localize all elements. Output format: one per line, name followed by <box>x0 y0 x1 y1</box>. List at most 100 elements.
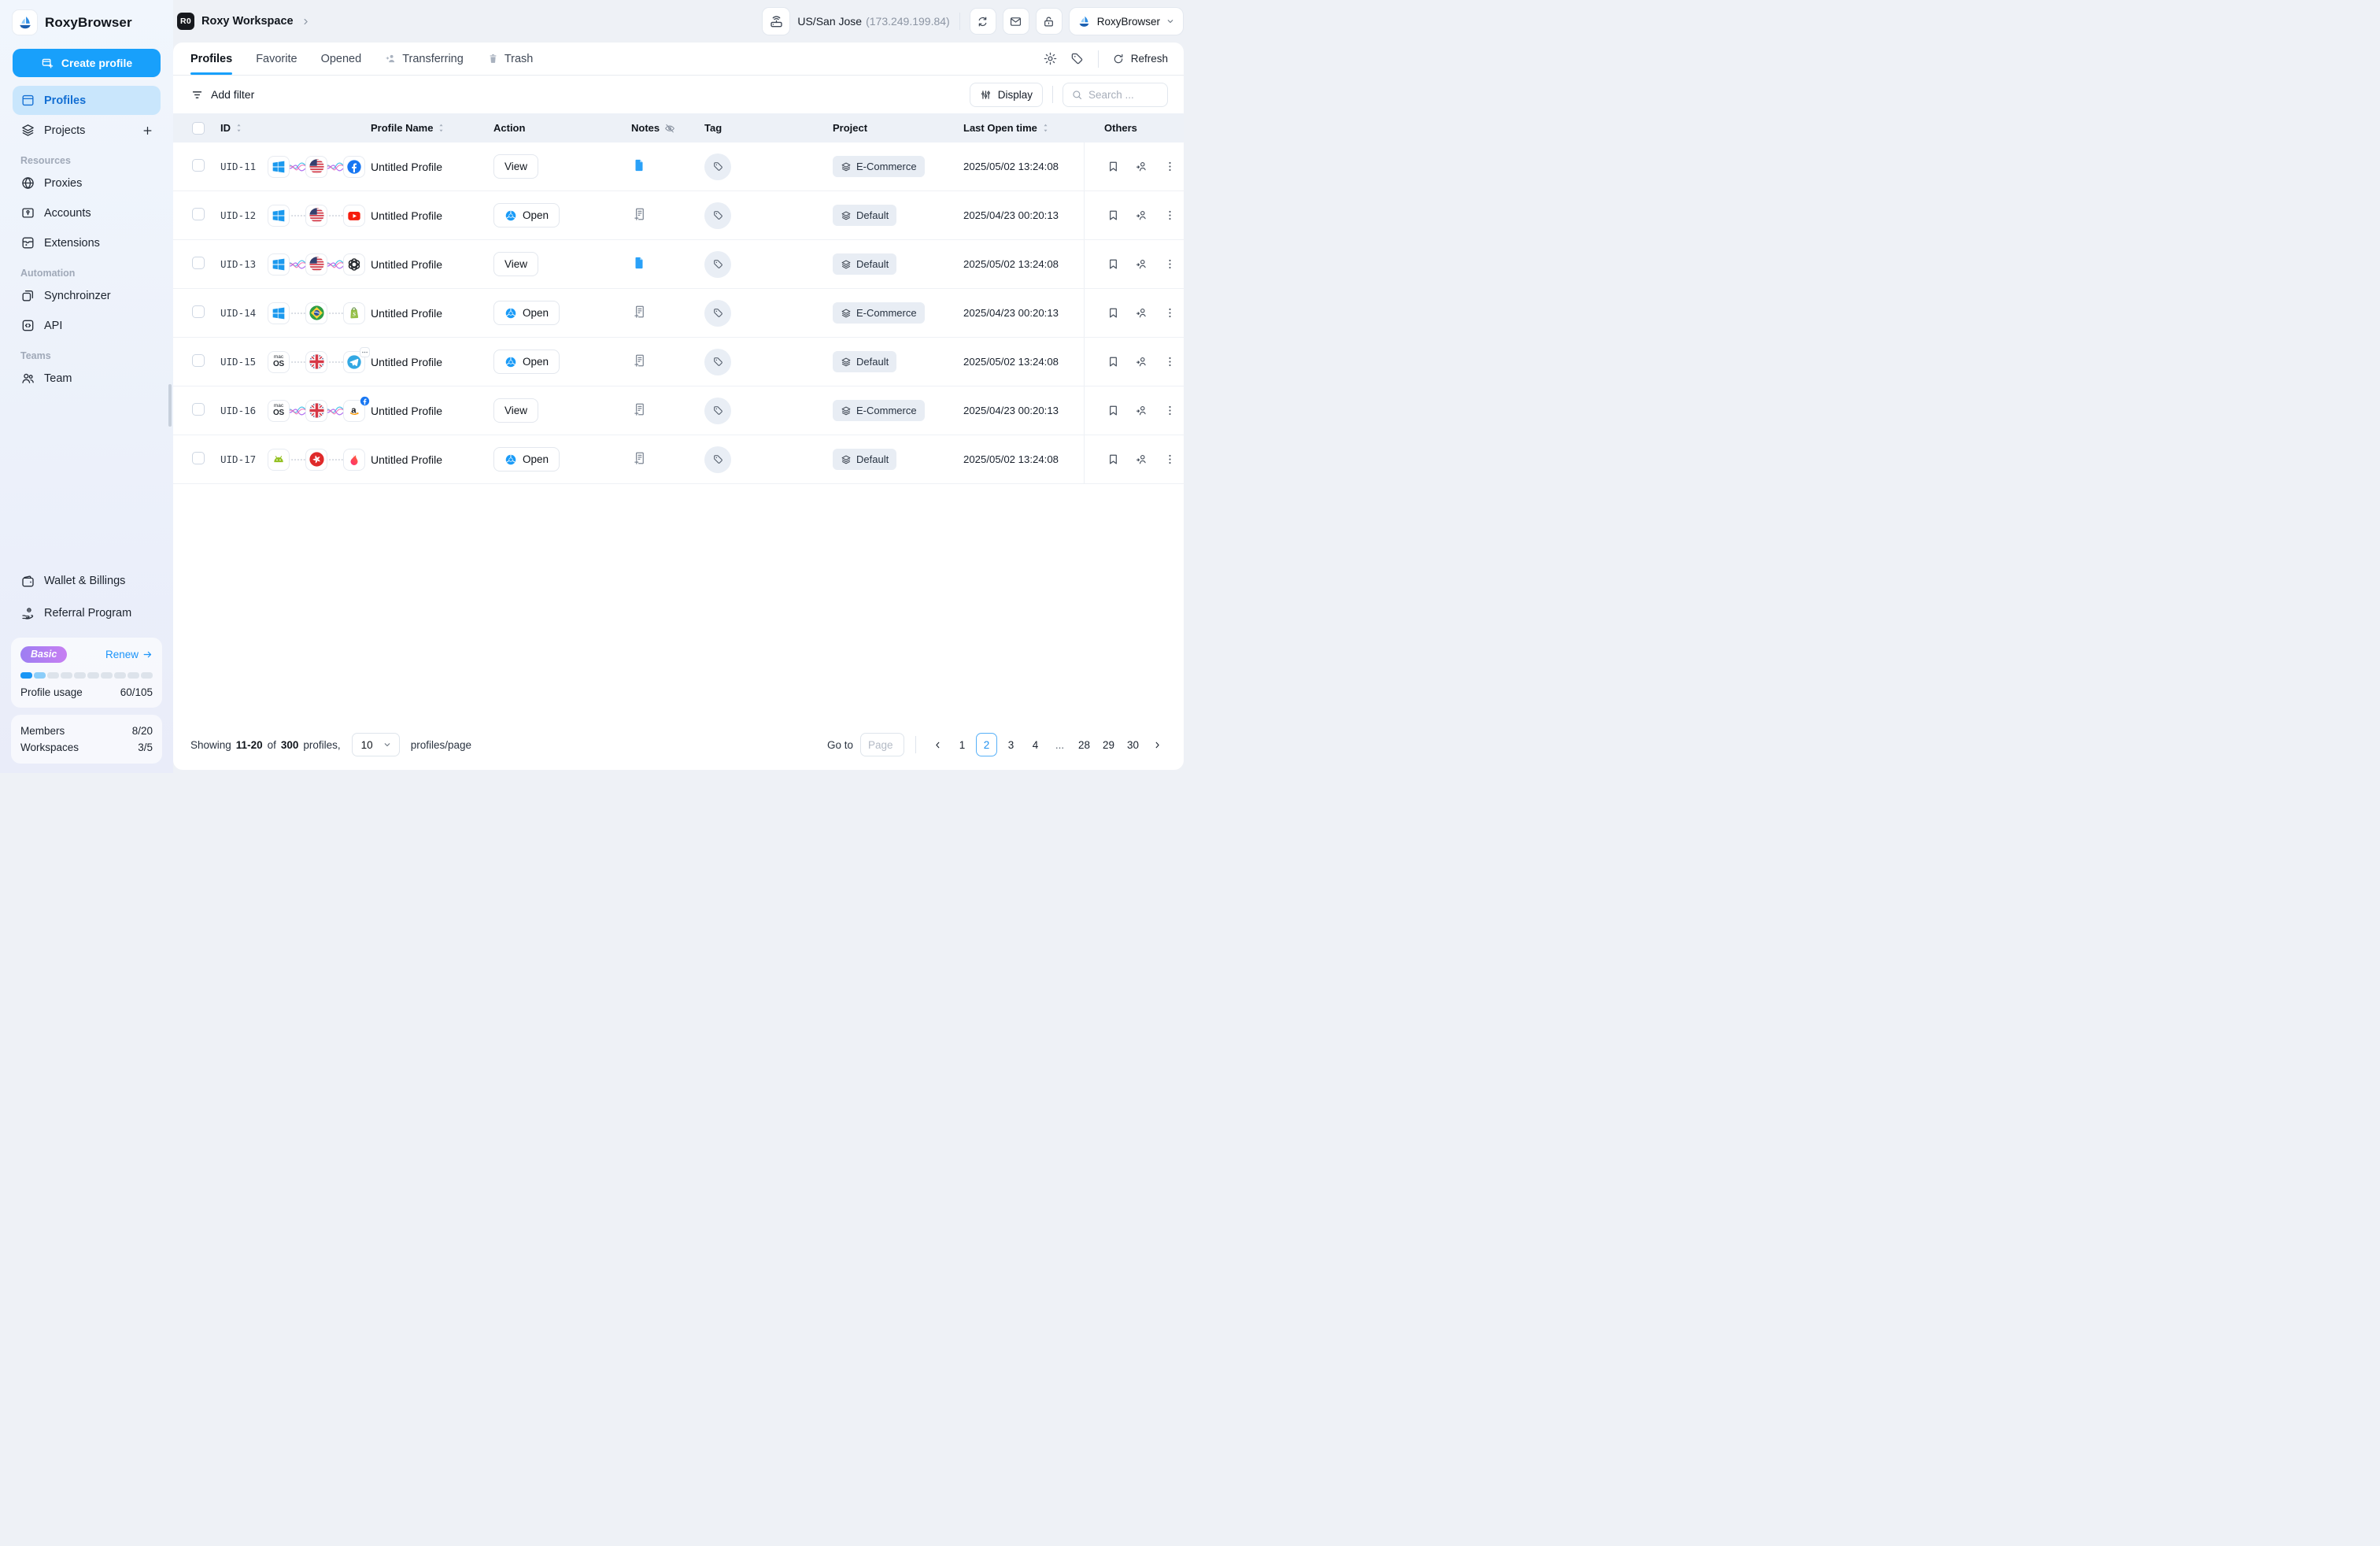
tag-button[interactable] <box>704 300 731 327</box>
column-last-open-time[interactable]: Last Open time <box>960 122 1084 134</box>
row-checkbox[interactable] <box>192 354 205 367</box>
note-add-icon[interactable] <box>631 206 647 222</box>
tag-button[interactable] <box>704 202 731 229</box>
tag-button[interactable] <box>704 349 731 375</box>
sidebar-item-projects[interactable]: Projects <box>13 116 161 145</box>
select-all-checkbox[interactable] <box>192 122 205 135</box>
column-profile-name[interactable]: Profile Name <box>366 122 492 134</box>
share-profile-button[interactable] <box>1133 449 1149 470</box>
sidebar-item-api[interactable]: API <box>13 311 161 340</box>
bookmark-button[interactable] <box>1105 449 1121 470</box>
mail-button[interactable] <box>1003 8 1029 35</box>
share-profile-button[interactable] <box>1133 303 1149 324</box>
open-button[interactable]: Open <box>493 203 560 227</box>
next-page-button[interactable] <box>1147 733 1168 756</box>
display-button[interactable]: Display <box>970 83 1043 107</box>
row-checkbox[interactable] <box>192 257 205 269</box>
refresh-button[interactable]: Refresh <box>1112 53 1168 65</box>
bookmark-button[interactable] <box>1105 157 1121 177</box>
page-4[interactable]: 4 <box>1025 733 1046 756</box>
sidebar-item-synchroinzer[interactable]: Synchroinzer <box>13 281 161 310</box>
view-button[interactable]: View <box>493 154 538 179</box>
more-actions-button[interactable] <box>1162 449 1177 470</box>
project-chip[interactable]: Default <box>833 449 896 470</box>
renew-link[interactable]: Renew <box>105 649 153 660</box>
row-checkbox[interactable] <box>192 403 205 416</box>
tab-transferring[interactable]: Transferring <box>385 43 464 75</box>
tag-button[interactable] <box>704 398 731 424</box>
note-add-icon[interactable] <box>631 401 647 417</box>
sidebar-item-profiles[interactable]: Profiles <box>13 86 161 115</box>
more-actions-button[interactable] <box>1162 401 1177 421</box>
more-actions-button[interactable] <box>1162 157 1177 177</box>
page-28[interactable]: 28 <box>1074 733 1095 756</box>
note-filled-icon[interactable] <box>631 157 647 173</box>
row-checkbox[interactable] <box>192 159 205 172</box>
search-input[interactable] <box>1088 89 1159 101</box>
share-profile-button[interactable] <box>1133 205 1149 226</box>
open-button[interactable]: Open <box>493 447 560 472</box>
bookmark-button[interactable] <box>1105 205 1121 226</box>
sidebar-item-team[interactable]: Team <box>13 364 161 393</box>
share-profile-button[interactable] <box>1133 157 1149 177</box>
row-checkbox[interactable] <box>192 208 205 220</box>
account-menu[interactable]: RoxyBrowser <box>1069 7 1184 35</box>
project-chip[interactable]: Default <box>833 205 896 226</box>
sidebar-item-referral[interactable]: Referral Program <box>13 597 161 629</box>
sidebar-scrollbar[interactable] <box>168 384 172 427</box>
more-actions-button[interactable] <box>1162 205 1177 226</box>
more-actions-button[interactable] <box>1162 303 1177 324</box>
share-profile-button[interactable] <box>1133 254 1149 275</box>
bookmark-button[interactable] <box>1105 352 1121 372</box>
more-actions-button[interactable] <box>1162 254 1177 275</box>
note-add-icon[interactable] <box>631 450 647 466</box>
sidebar-item-accounts[interactable]: Accounts <box>13 198 161 227</box>
add-filter-button[interactable]: Add filter <box>190 88 254 102</box>
proxy-status-button[interactable] <box>762 7 790 35</box>
sidebar-item-wallet[interactable]: Wallet & Billings <box>13 565 161 597</box>
tag-icon[interactable] <box>1070 51 1085 66</box>
bookmark-button[interactable] <box>1105 254 1121 275</box>
sidebar-item-proxies[interactable]: Proxies <box>13 168 161 198</box>
column-id[interactable]: ID <box>213 122 366 134</box>
column-notes[interactable]: Notes <box>622 122 697 135</box>
page-size-select[interactable]: 10 <box>352 733 400 756</box>
project-chip[interactable]: E-Commerce <box>833 302 925 324</box>
create-profile-button[interactable]: Create profile <box>13 49 161 77</box>
view-button[interactable]: View <box>493 252 538 276</box>
plus-icon[interactable] <box>140 124 153 137</box>
project-chip[interactable]: E-Commerce <box>833 156 925 177</box>
share-profile-button[interactable] <box>1133 352 1149 372</box>
page-2[interactable]: 2 <box>976 733 997 756</box>
bookmark-button[interactable] <box>1105 303 1121 324</box>
goto-page-input[interactable] <box>860 733 904 756</box>
project-chip[interactable]: Default <box>833 351 896 372</box>
tag-button[interactable] <box>704 251 731 278</box>
lock-button[interactable] <box>1036 8 1062 35</box>
row-checkbox[interactable] <box>192 452 205 464</box>
share-profile-button[interactable] <box>1133 401 1149 421</box>
page-1[interactable]: 1 <box>952 733 973 756</box>
tag-button[interactable] <box>704 153 731 180</box>
tab-opened[interactable]: Opened <box>321 43 362 75</box>
page-29[interactable]: 29 <box>1098 733 1119 756</box>
project-chip[interactable]: Default <box>833 253 896 275</box>
gear-icon[interactable] <box>1043 51 1058 66</box>
bookmark-button[interactable] <box>1105 401 1121 421</box>
open-button[interactable]: Open <box>493 301 560 325</box>
open-button[interactable]: Open <box>493 350 560 374</box>
sync-button[interactable] <box>970 8 996 35</box>
note-filled-icon[interactable] <box>631 255 647 271</box>
tab-profiles[interactable]: Profiles <box>190 43 232 75</box>
tag-button[interactable] <box>704 446 731 473</box>
page-3[interactable]: 3 <box>1000 733 1022 756</box>
tab-favorite[interactable]: Favorite <box>256 43 297 75</box>
page-30[interactable]: 30 <box>1122 733 1144 756</box>
note-add-icon[interactable] <box>631 304 647 320</box>
tab-trash[interactable]: Trash <box>487 43 534 75</box>
workspace-switcher[interactable]: R0 Roxy Workspace <box>177 13 311 30</box>
prev-page-button[interactable] <box>927 733 948 756</box>
view-button[interactable]: View <box>493 398 538 423</box>
more-actions-button[interactable] <box>1162 352 1177 372</box>
sidebar-item-extensions[interactable]: Extensions <box>13 228 161 257</box>
